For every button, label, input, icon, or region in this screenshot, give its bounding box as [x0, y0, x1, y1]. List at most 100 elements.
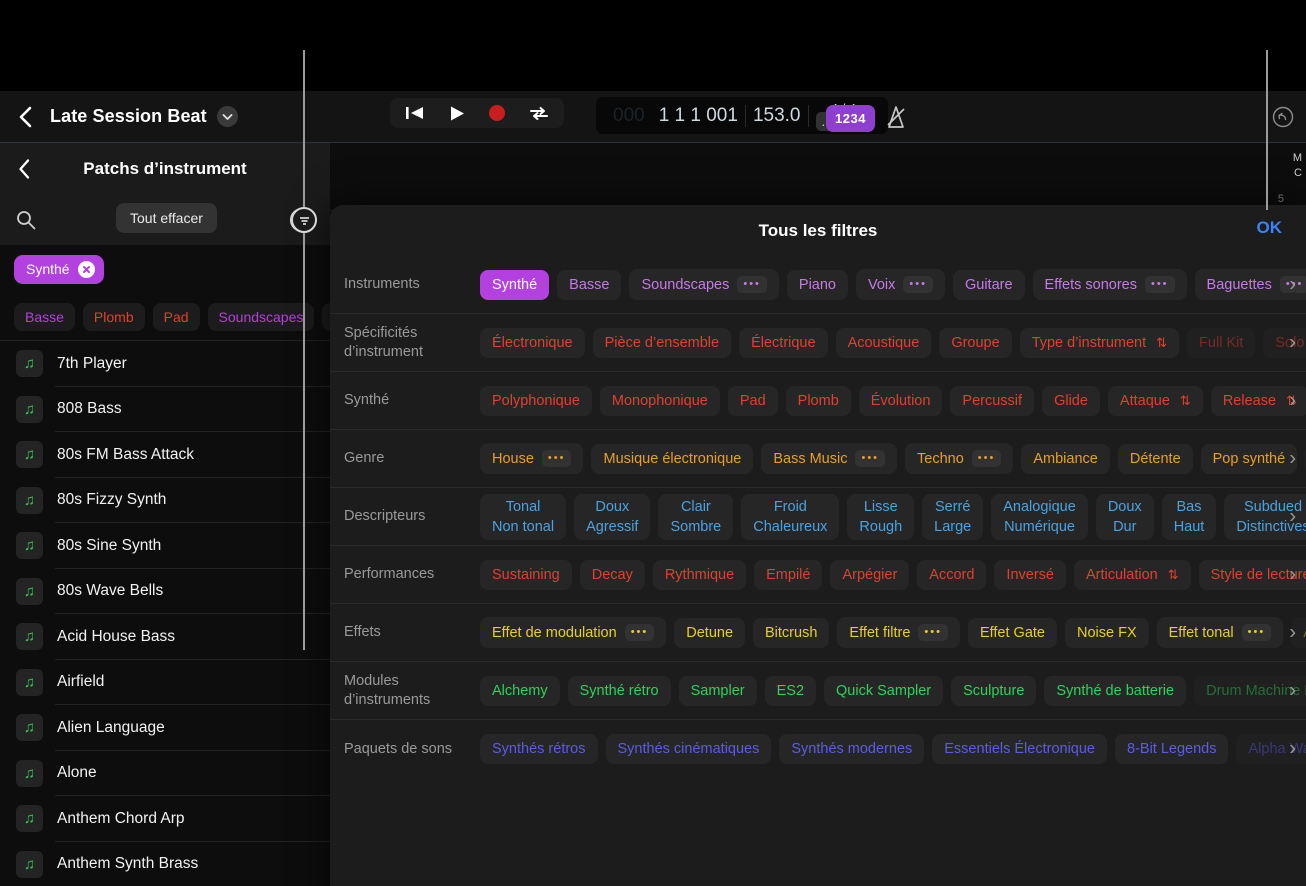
filter-chip-pair-bottom[interactable]: Haut	[1174, 519, 1205, 535]
filter-chip[interactable]: Effet tonal •••	[1156, 617, 1284, 648]
chevron-right-icon[interactable]: ›	[1289, 389, 1296, 412]
ellipsis-icon[interactable]: •••	[624, 624, 655, 641]
undo-icon[interactable]	[1272, 106, 1294, 133]
ellipsis-icon[interactable]: •••	[1144, 276, 1175, 293]
chevron-right-icon[interactable]: ›	[1289, 447, 1296, 470]
filter-chip-pair[interactable]: Clair Sombre	[658, 493, 734, 540]
filter-chip[interactable]: Plomb	[785, 385, 851, 416]
chevron-right-icon[interactable]: ›	[1289, 621, 1296, 644]
patch-list-item[interactable]: ♫ Anthem Synth Brass	[0, 842, 330, 886]
cycle-icon[interactable]	[528, 105, 550, 121]
filter-chip[interactable]: Électrique	[739, 327, 828, 358]
filter-chip-pair-bottom[interactable]: Agressif	[586, 519, 638, 535]
transport-controls[interactable]	[390, 98, 564, 128]
close-icon[interactable]	[77, 260, 95, 278]
filter-chip[interactable]: Pièce d’ensemble	[592, 327, 732, 358]
filter-chip[interactable]: Attaque ⇅	[1107, 385, 1203, 416]
up-down-stepper-icon[interactable]: ⇅	[1168, 567, 1179, 583]
ellipsis-icon[interactable]: •••	[737, 276, 767, 293]
patch-list-item[interactable]: ♫ Airfield	[0, 660, 330, 706]
filter-chip[interactable]: Sustaining	[480, 559, 572, 590]
lcd-position[interactable]: 1 1 1 001	[652, 105, 745, 127]
filter-chip-pair[interactable]: Lisse Rough	[847, 493, 915, 540]
metronome-icon[interactable]	[884, 105, 909, 134]
ellipsis-icon[interactable]: •••	[971, 450, 1002, 467]
toolbar-back-button[interactable]	[0, 91, 50, 142]
ellipsis-icon[interactable]: •••	[855, 450, 886, 467]
filter-chip-pair-top[interactable]: Clair	[681, 499, 711, 515]
filter-chip[interactable]: Voix •••	[856, 269, 945, 300]
up-down-stepper-icon[interactable]: ⇅	[1180, 393, 1191, 409]
filter-chip-pair[interactable]: Doux Agressif	[574, 493, 651, 540]
chevron-right-icon[interactable]: ›	[1289, 679, 1296, 702]
filter-chip[interactable]: Ambiance	[1021, 443, 1110, 474]
filter-chip[interactable]: Full Kit	[1187, 327, 1256, 358]
filter-chip[interactable]: Effet Gate	[967, 617, 1057, 648]
rewind-icon[interactable]	[404, 105, 426, 121]
filter-chip[interactable]: Guitare	[952, 269, 1025, 300]
filter-chip-pair-top[interactable]: Doux	[595, 499, 629, 515]
filter-chip-pair-bottom[interactable]: Sombre	[670, 519, 721, 535]
chevron-right-icon[interactable]: ›	[1289, 331, 1296, 354]
patch-list[interactable]: ♫ 7th Player ♫ 808 Bass ♫ 80s FM Bass Attack ♫…	[0, 341, 330, 886]
patch-list-item[interactable]: ♫ 7th Player	[0, 341, 330, 387]
filter-chip-pair[interactable]: Serré Large	[922, 493, 984, 540]
filter-chip-pair-bottom[interactable]: Chaleureux	[753, 519, 827, 535]
filter-chip-pair-top[interactable]: Tonal	[506, 499, 541, 515]
chevron-right-icon[interactable]: ›	[1289, 738, 1296, 761]
filter-chip[interactable]: Synthés cinématiques	[605, 734, 772, 764]
filter-chip[interactable]: Accord	[917, 559, 987, 590]
filter-chip[interactable]: Essentiels Électronique	[932, 734, 1107, 764]
filter-chip[interactable]: Noise FX	[1064, 617, 1149, 648]
up-down-stepper-icon[interactable]: ⇅	[1156, 335, 1167, 351]
filter-chip-pair[interactable]: Tonal Non tonal	[480, 493, 567, 540]
filter-chip[interactable]: ES2	[764, 675, 817, 706]
filter-chip-pair-top[interactable]: Lisse	[864, 499, 898, 515]
lcd-tempo[interactable]: 153.0	[746, 105, 808, 127]
filter-chip[interactable]: Acoustique	[835, 327, 932, 358]
filter-chip[interactable]: Électronique	[480, 327, 585, 358]
filter-chip-pair-bottom[interactable]: Large	[934, 519, 971, 535]
filter-chip[interactable]: Évolution	[858, 385, 943, 416]
ellipsis-icon[interactable]: •••	[1241, 624, 1272, 641]
suggested-chip[interactable]: Basse	[14, 302, 75, 331]
patch-list-item[interactable]: ♫ 80s Fizzy Synth	[0, 478, 330, 524]
filter-chip[interactable]: Synthé de batterie	[1044, 675, 1187, 706]
patch-list-item[interactable]: ♫ Anthem Chord Arp	[0, 796, 330, 842]
filter-chip-pair-top[interactable]: Analogique	[1003, 499, 1076, 515]
filter-chip[interactable]: Détente	[1117, 443, 1193, 474]
filter-chip[interactable]: Bass Music •••	[761, 443, 898, 474]
filter-chip[interactable]: Effet de modulation •••	[480, 617, 667, 648]
filter-chip[interactable]: Soundscapes •••	[629, 269, 779, 300]
suggested-chip[interactable]: Artificiel	[322, 302, 330, 331]
filter-chip[interactable]: Polyphonique	[480, 385, 592, 416]
clear-all-button[interactable]: Tout effacer	[116, 203, 217, 233]
filter-chip[interactable]: Alchemy	[480, 675, 560, 706]
patch-list-item[interactable]: ♫ Acid House Bass	[0, 614, 330, 660]
filter-chip[interactable]: Type d’instrument ⇅	[1019, 327, 1180, 358]
filter-chip[interactable]: Glide	[1042, 385, 1100, 416]
filter-chip[interactable]: Inversé	[994, 559, 1066, 590]
filter-chip-pair[interactable]: Bas Haut	[1161, 493, 1217, 540]
filter-chip-pair-bottom[interactable]: Dur	[1113, 519, 1136, 535]
patch-list-item[interactable]: ♫ 80s Wave Bells	[0, 569, 330, 615]
filter-chip[interactable]: Groupe	[939, 327, 1012, 358]
filter-chip[interactable]: Effet filtre •••	[837, 617, 960, 648]
selected-chip-synthe[interactable]: Synthé	[14, 254, 104, 284]
filter-chip-pair-top[interactable]: Doux	[1108, 499, 1142, 515]
filter-chip-pair-top[interactable]: Froid	[774, 499, 807, 515]
filter-chip[interactable]: Basse	[557, 269, 622, 300]
filter-chip[interactable]: Quick Sampler	[824, 675, 944, 706]
filter-chip-pair[interactable]: Analogique Numérique	[991, 493, 1088, 540]
filter-chip[interactable]: Monophonique	[599, 385, 720, 416]
filter-chip[interactable]: Sampler	[678, 675, 757, 706]
filter-chip-pair-bottom[interactable]: Non tonal	[492, 519, 554, 535]
filter-chip-pair[interactable]: Doux Dur	[1095, 493, 1154, 540]
filter-chip[interactable]: Synthés rétros	[480, 734, 598, 764]
chevron-right-icon[interactable]: ›	[1289, 505, 1296, 528]
filter-chip[interactable]: Synthé	[480, 269, 550, 300]
play-icon[interactable]	[448, 105, 466, 122]
ellipsis-icon[interactable]: •••	[903, 276, 933, 293]
filter-chip[interactable]: Techno •••	[905, 443, 1014, 474]
filter-chip[interactable]: Rythmique	[652, 559, 747, 590]
